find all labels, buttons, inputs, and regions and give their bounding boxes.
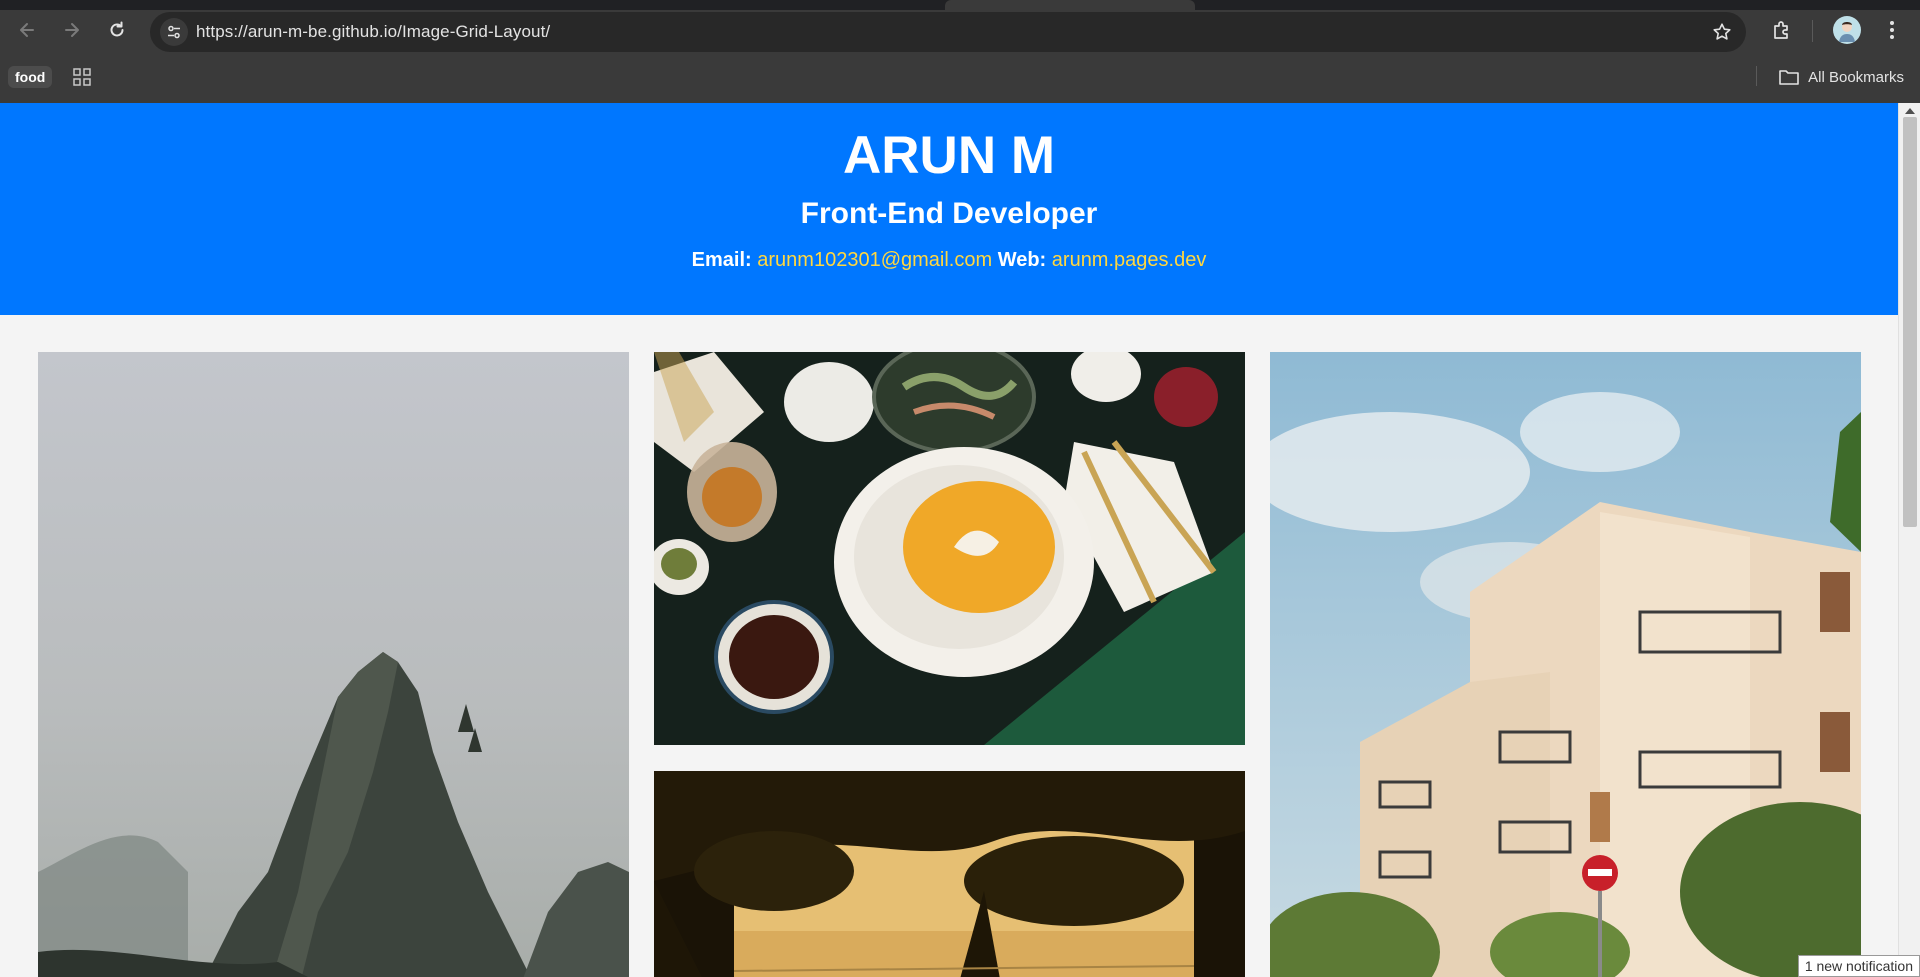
page-title: ARUN M [843, 126, 1055, 185]
star-icon[interactable] [1712, 22, 1732, 42]
back-button[interactable] [11, 14, 43, 46]
bookmark-food[interactable]: food [8, 66, 53, 88]
page-viewport: ARUN M Front-End Developer Email: arunm1… [0, 103, 1898, 977]
notification-toast[interactable]: 1 new notification [1797, 955, 1920, 977]
profile-header: ARUN M Front-End Developer Email: arunm1… [0, 103, 1898, 315]
url-text[interactable]: https://arun-m-be.github.io/Image-Grid-L… [196, 12, 550, 52]
menu-button[interactable] [1878, 16, 1906, 44]
tab-strip [0, 0, 1920, 10]
email-link[interactable]: arunm102301@gmail.com [757, 249, 992, 271]
web-link[interactable]: arunm.pages.dev [1052, 249, 1207, 271]
forward-icon [65, 23, 79, 37]
menu-icon [1890, 21, 1894, 39]
active-tab[interactable] [945, 0, 1195, 10]
bookmarks-bar: food All Bookmarks [0, 62, 1920, 92]
profile-avatar[interactable] [1832, 15, 1862, 45]
extensions-button[interactable] [1768, 16, 1796, 44]
bookmarks-divider [1756, 66, 1757, 86]
scroll-thumb[interactable] [1903, 117, 1917, 527]
gallery-image-foliage[interactable] [654, 771, 1245, 977]
gallery-image-soup[interactable] [654, 352, 1245, 745]
scroll-up-arrow[interactable] [1905, 108, 1915, 114]
page-scrollbar[interactable] [1898, 103, 1920, 977]
reload-button[interactable] [101, 14, 133, 46]
apps-grid-icon[interactable] [72, 67, 92, 87]
contact-line: Email: arunm102301@gmail.com Web: arunm.… [0, 249, 1898, 272]
gallery-image-rock[interactable] [38, 352, 629, 977]
all-bookmarks-button[interactable]: All Bookmarks [1778, 66, 1904, 88]
reload-icon [110, 21, 124, 37]
address-bar[interactable]: https://arun-m-be.github.io/Image-Grid-L… [150, 12, 1746, 52]
toolbar-divider [1812, 20, 1813, 42]
web-label: Web: [997, 249, 1047, 271]
job-title: Front-End Developer [800, 197, 1098, 230]
gallery-image-building[interactable] [1270, 352, 1861, 977]
extensions-icon [1774, 21, 1788, 39]
back-icon [20, 23, 34, 37]
site-info-button[interactable] [160, 18, 188, 46]
site-info-icon [168, 25, 180, 39]
forward-button[interactable] [56, 14, 88, 46]
email-label: Email: [691, 249, 752, 271]
folder-icon [1779, 70, 1799, 85]
all-bookmarks-label: All Bookmarks [1808, 68, 1904, 86]
browser-chrome: https://arun-m-be.github.io/Image-Grid-L… [0, 0, 1920, 103]
